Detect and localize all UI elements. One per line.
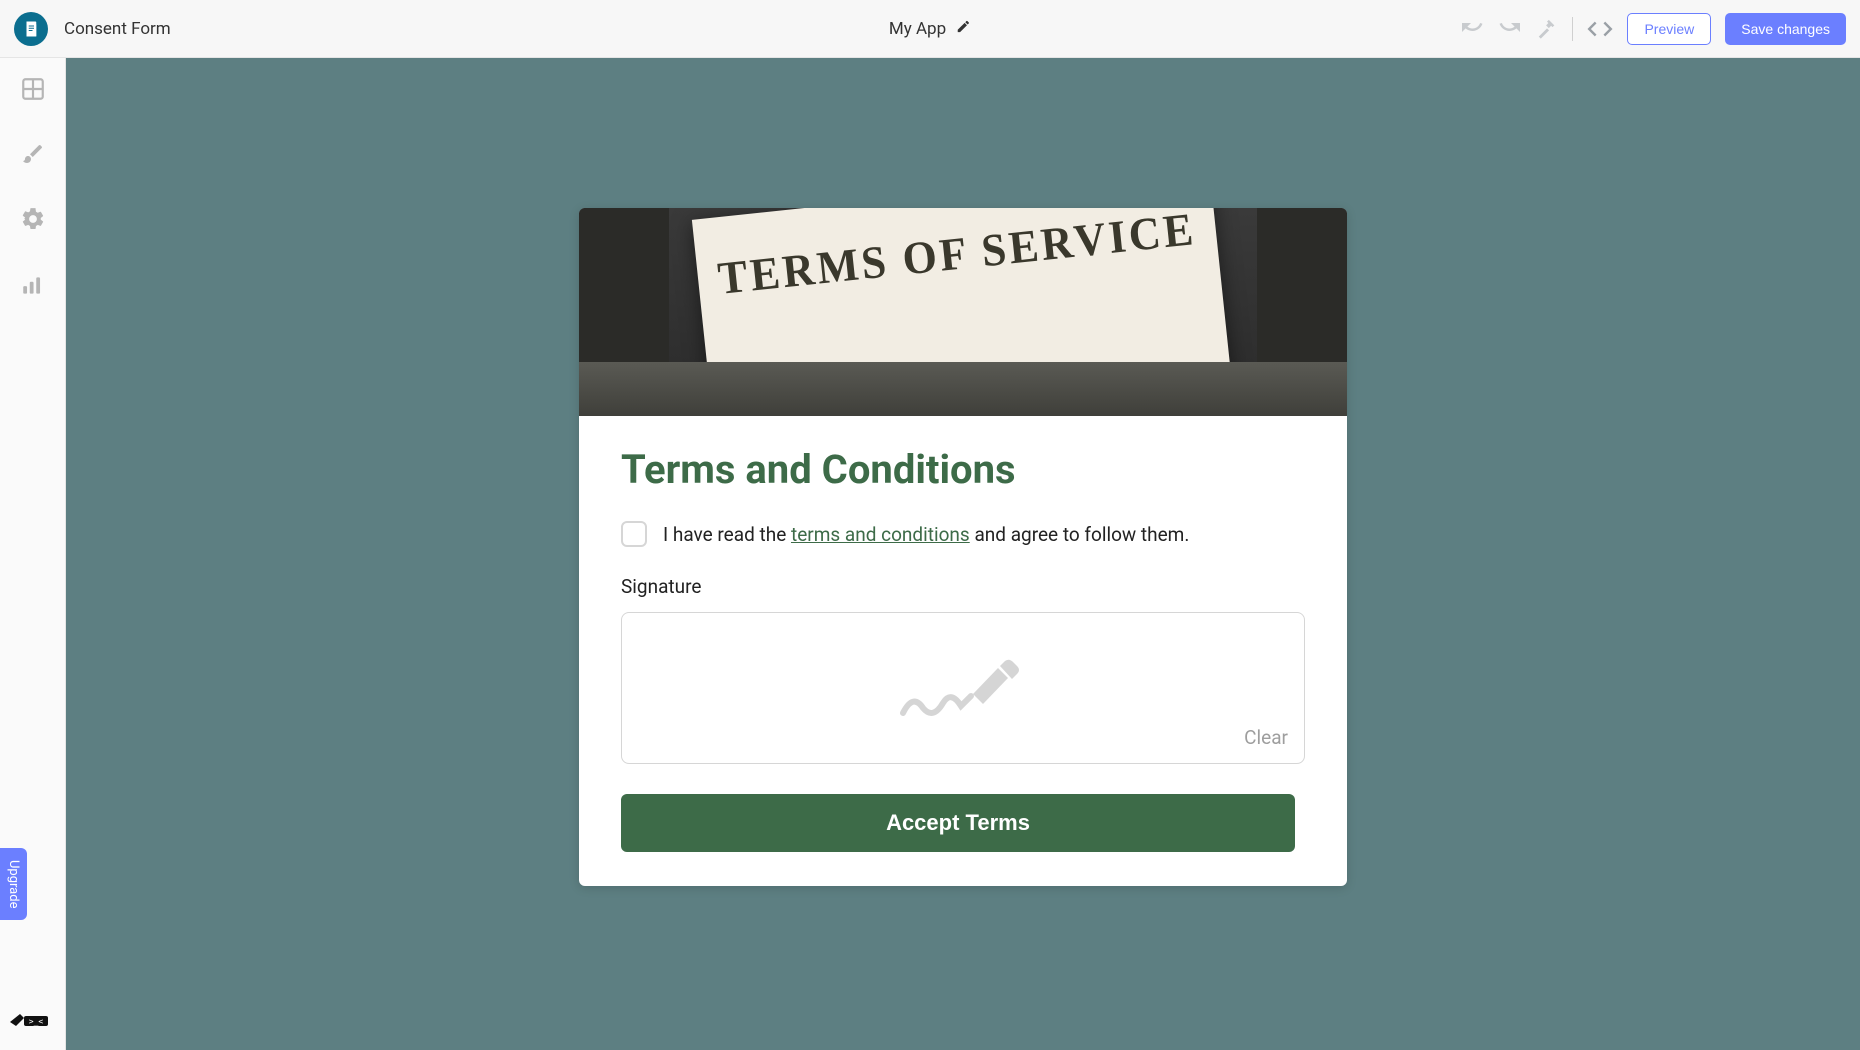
pencil-icon [956, 19, 971, 34]
top-header: Consent Form My App Preview Save changes [0, 0, 1860, 58]
consent-text: I have read the terms and conditions and… [663, 523, 1189, 546]
card-body: Terms and Conditions I have read the ter… [579, 416, 1347, 886]
signature-label: Signature [621, 575, 1305, 598]
sidebar-item-layout[interactable] [20, 76, 46, 106]
canvas-area[interactable]: TERMS OF SERVICE Terms and Conditions I … [66, 58, 1860, 1050]
chart-icon [20, 272, 46, 298]
consent-checkbox[interactable] [621, 521, 647, 547]
consent-prefix: I have read the [663, 523, 791, 546]
svg-text:>_<: >_< [29, 1017, 44, 1026]
code-icon [1587, 16, 1613, 42]
corner-badge[interactable]: >_< [6, 1002, 52, 1032]
upgrade-tab[interactable]: Upgrade [0, 848, 27, 920]
signature-placeholder-icon [893, 648, 1033, 728]
hero-image: TERMS OF SERVICE [579, 208, 1347, 416]
gear-icon [20, 206, 46, 232]
redo-icon [1498, 17, 1522, 41]
accept-terms-button[interactable]: Accept Terms [621, 794, 1295, 852]
code-button[interactable] [1587, 16, 1613, 42]
page-name: Consent Form [64, 19, 171, 39]
sidebar-item-design[interactable] [21, 142, 45, 170]
header-actions: Preview Save changes [1460, 13, 1846, 45]
app-title-group: My App [889, 19, 971, 39]
redo-button[interactable] [1498, 17, 1522, 41]
brush-icon [21, 142, 45, 166]
signature-pad[interactable]: Clear [621, 612, 1305, 764]
clear-signature-button[interactable]: Clear [1244, 726, 1288, 749]
gavel-icon [1536, 18, 1558, 40]
consent-suffix: and agree to follow them. [970, 523, 1190, 546]
cat-icon: >_< [6, 1002, 52, 1028]
grid-icon [20, 76, 46, 102]
document-icon [22, 20, 40, 38]
form-card: TERMS OF SERVICE Terms and Conditions I … [579, 208, 1347, 886]
typewriter-decoration [579, 362, 1347, 416]
sidebar-item-analytics[interactable] [20, 272, 46, 302]
divider [1572, 17, 1573, 41]
undo-icon [1460, 17, 1484, 41]
consent-row: I have read the terms and conditions and… [621, 521, 1305, 547]
form-title: Terms and Conditions [621, 446, 1305, 493]
sidebar-item-settings[interactable] [20, 206, 46, 236]
hammer-button[interactable] [1536, 18, 1558, 40]
app-logo[interactable] [14, 12, 48, 46]
edit-title-icon[interactable] [956, 19, 971, 39]
app-title: My App [889, 19, 946, 39]
preview-button[interactable]: Preview [1627, 13, 1711, 45]
terms-link[interactable]: terms and conditions [791, 523, 970, 546]
hero-text: TERMS OF SERVICE [715, 208, 1198, 306]
save-button[interactable]: Save changes [1725, 13, 1846, 45]
undo-button[interactable] [1460, 17, 1484, 41]
